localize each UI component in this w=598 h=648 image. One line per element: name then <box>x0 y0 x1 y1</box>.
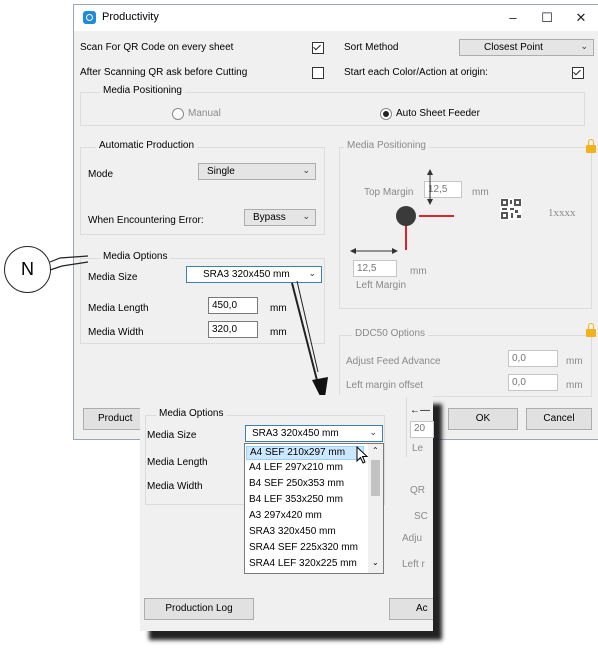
dropdown-option[interactable]: SRA3 320x450 mm <box>249 526 336 537</box>
dropdown-option[interactable]: A3 297x420 mm <box>249 510 322 521</box>
fragment-adju: Adju <box>402 533 423 544</box>
zoom-media-size-value: SRA3 320x450 mm <box>252 428 339 439</box>
chevron-down-icon: ⌄ <box>369 427 377 437</box>
dropdown-option[interactable]: B4 LEF 353x250 mm <box>249 494 343 505</box>
zoom-media-length-label: Media Length <box>147 457 208 468</box>
scroll-down-icon[interactable]: ⌄ <box>372 558 379 567</box>
zoom-production-log-button[interactable]: Production Log <box>144 598 254 620</box>
fragment-qr: QR <box>410 485 425 496</box>
zoom-partial-button[interactable]: Ac <box>389 598 433 620</box>
fragment-le: Le <box>412 443 424 454</box>
fragment-arrow-icon: ←— <box>410 405 430 416</box>
dropdown-option[interactable]: A4 LEF 297x210 mm <box>249 462 343 473</box>
scroll-up-icon[interactable]: ⌃ <box>372 446 379 455</box>
scroll-thumb[interactable] <box>371 460 380 496</box>
zoom-media-options-title: Media Options <box>156 408 227 419</box>
dropdown-option[interactable]: B4 SEF 250x353 mm <box>249 478 344 489</box>
dropdown-option[interactable]: SRA4 SEF 225x320 mm <box>249 542 358 553</box>
zoom-right-fragment: ←— 20 Le QR SC Adju Left r <box>402 395 434 631</box>
fragment-sc: SC <box>414 511 428 522</box>
zoom-media-size-select[interactable]: SRA3 320x450 mm ⌄ <box>245 425 383 442</box>
dropdown-option[interactable]: A4 SEF 210x297 mm <box>246 446 364 460</box>
zoom-media-width-label: Media Width <box>147 481 203 492</box>
dropdown-option[interactable]: SRA4 LEF 320x225 mm <box>249 558 357 569</box>
fragment-left: Left r <box>402 559 425 570</box>
fragment-input: 20 <box>410 421 434 438</box>
dropdown-scrollbar[interactable]: ⌃ ⌄ <box>368 444 383 573</box>
mouse-cursor-icon <box>356 446 369 464</box>
zoom-media-size-label: Media Size <box>147 430 197 441</box>
